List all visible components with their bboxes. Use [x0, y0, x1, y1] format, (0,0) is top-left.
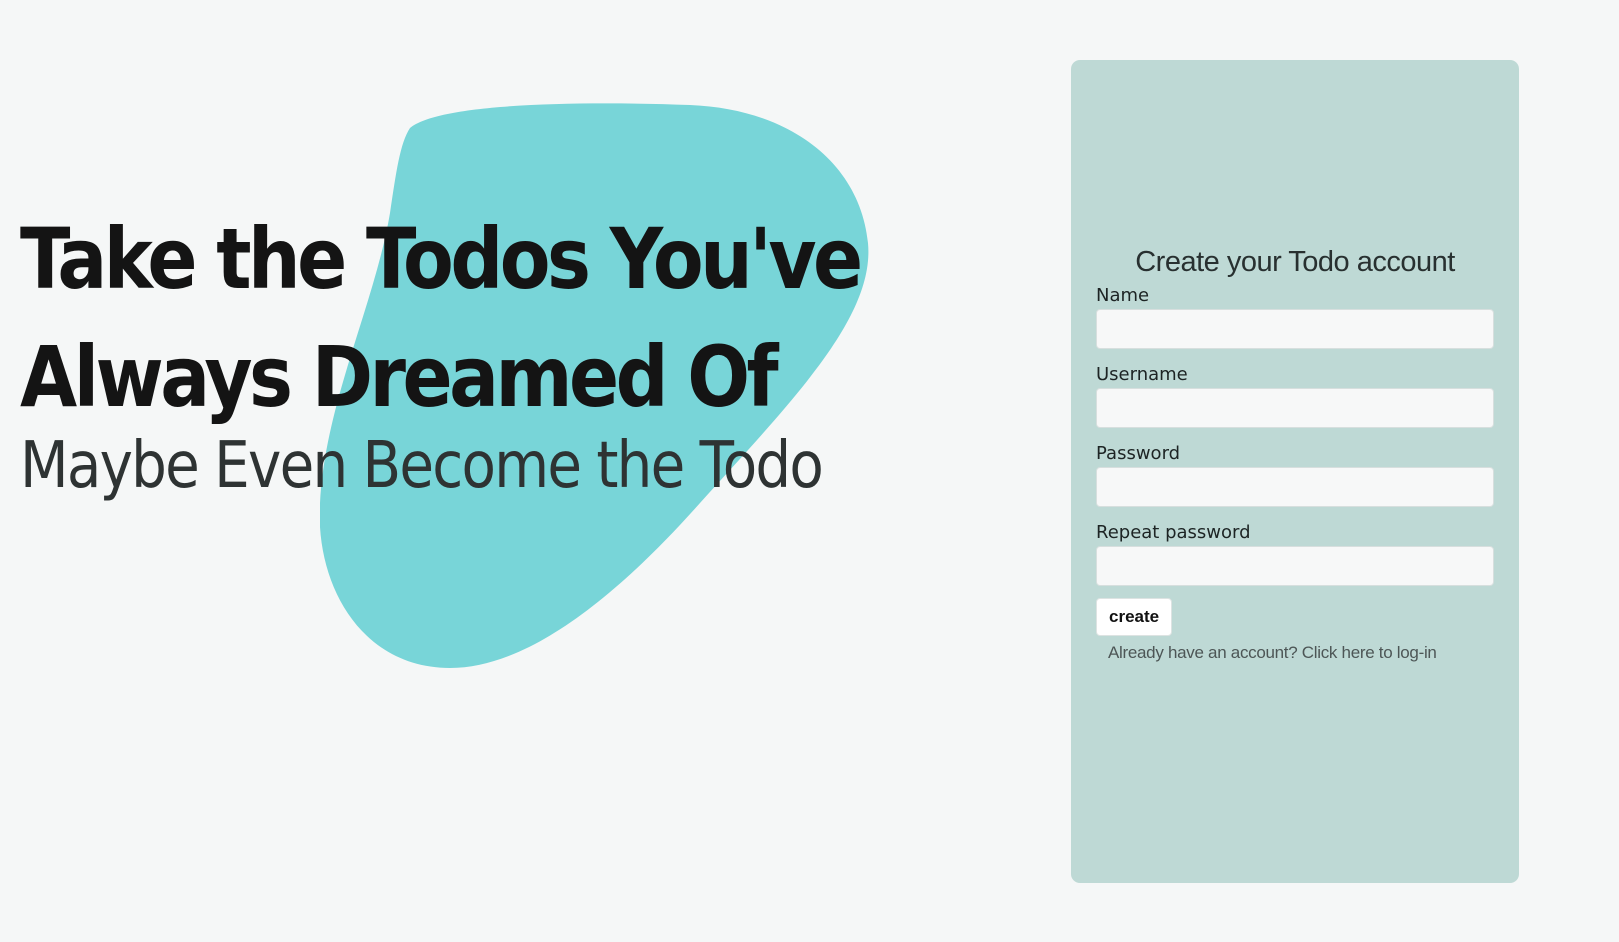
- signup-form: Create your Todo account Name Username P…: [1096, 245, 1494, 663]
- hero-subtitle: Maybe Even Become the Todo: [20, 429, 824, 503]
- signup-card: Create your Todo account Name Username P…: [1071, 60, 1519, 883]
- create-button[interactable]: create: [1096, 598, 1173, 636]
- hero-section: Take the Todos You've Always Dreamed Of …: [20, 200, 974, 504]
- password-label: Password: [1096, 443, 1181, 464]
- form-heading: Create your Todo account: [1135, 246, 1455, 278]
- login-link[interactable]: Already have an account? Click here to l…: [1108, 643, 1494, 663]
- password-input[interactable]: [1096, 467, 1494, 507]
- hero-title: Take the Todos You've Always Dreamed Of: [20, 200, 863, 436]
- name-input[interactable]: [1096, 309, 1494, 349]
- username-label: Username: [1096, 364, 1188, 385]
- hero-title-line-2: Always Dreamed Of: [20, 328, 779, 426]
- username-input[interactable]: [1096, 388, 1494, 428]
- hero-title-line-1: Take the Todos You've: [20, 210, 863, 308]
- repeat-password-label: Repeat password: [1096, 522, 1251, 543]
- name-label: Name: [1096, 285, 1150, 306]
- repeat-password-input[interactable]: [1096, 546, 1494, 586]
